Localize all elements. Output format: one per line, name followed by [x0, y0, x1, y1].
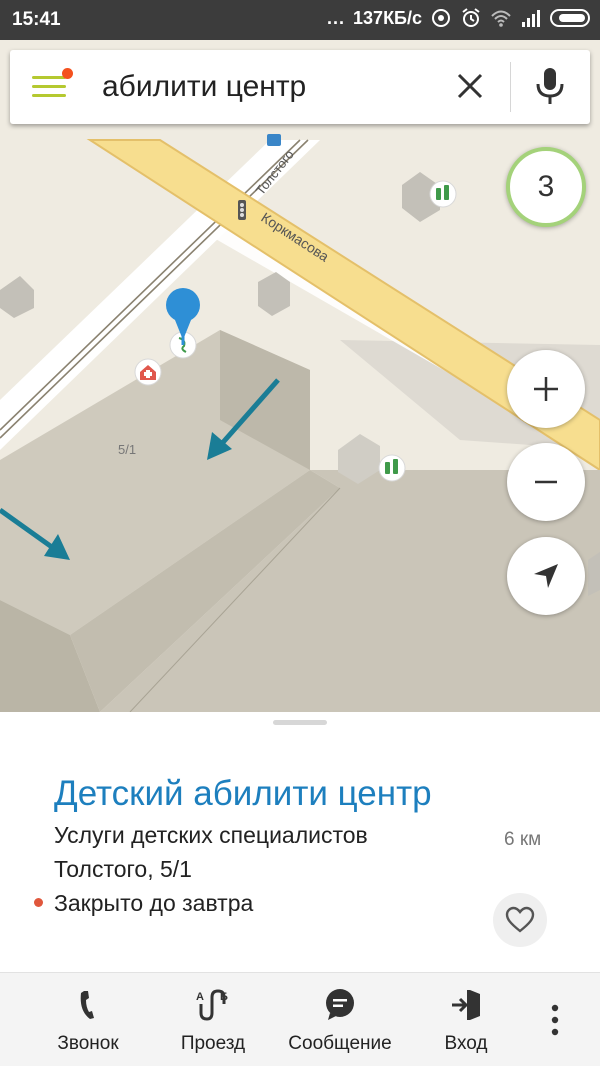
place-address: Толстого, 5/1	[54, 856, 192, 882]
message-icon	[326, 989, 354, 1020]
microphone-icon[interactable]	[530, 64, 570, 108]
status-icons: ... 137КБ/с	[327, 7, 590, 29]
hamburger-menu-icon[interactable]	[32, 68, 73, 102]
status-time: 15:41	[12, 9, 61, 30]
search-input[interactable]: абилити центр	[102, 70, 306, 104]
network-speed: 137КБ/с	[353, 7, 422, 28]
zoom-level-badge[interactable]: 3	[506, 147, 586, 227]
bus-stop-icon	[267, 134, 281, 146]
call-label: Звонок	[57, 1033, 119, 1054]
search-bar: абилити центр	[10, 50, 590, 124]
route-label: Проезд	[180, 1033, 246, 1054]
place-hours-status: Закрыто до завтра	[54, 890, 254, 916]
my-location-icon[interactable]	[507, 537, 585, 615]
place-distance: 6 км	[504, 829, 542, 850]
action-bar: Звонок A Б Проезд Сообщение Вход	[0, 972, 600, 1066]
place-title[interactable]: Детский абилити центр	[54, 774, 432, 814]
close-icon[interactable]	[450, 66, 490, 106]
zoom-in-icon[interactable]	[507, 350, 585, 428]
message-label: Сообщение	[288, 1033, 392, 1054]
alarm-icon	[462, 8, 480, 27]
entrance-button[interactable]: Вход	[418, 973, 514, 1066]
place-card[interactable]: Детский абилити центр Услуги детских спе…	[0, 712, 600, 974]
route-icon: A Б	[196, 989, 228, 1021]
message-button[interactable]: Сообщение	[284, 973, 396, 1066]
phone-icon	[80, 991, 94, 1019]
route-button[interactable]: A Б Проезд	[165, 973, 261, 1066]
more-options-icon[interactable]	[540, 1001, 570, 1041]
search-divider	[510, 62, 511, 112]
sheet-drag-handle[interactable]	[273, 720, 327, 725]
battery-icon	[550, 9, 590, 27]
entrance-label: Вход	[444, 1033, 488, 1054]
notification-dots: ...	[327, 7, 346, 28]
place-category: Услуги детских специалистов	[54, 822, 368, 848]
call-button[interactable]: Звонок	[40, 973, 136, 1066]
status-bar: 15:41 ... 137КБ/с	[0, 0, 600, 40]
building-number-label: 5/1	[118, 442, 136, 457]
liquor-store-icon[interactable]	[378, 454, 406, 482]
location-marker-icon[interactable]	[166, 288, 200, 345]
status-indicator-dot	[34, 898, 43, 907]
traffic-light-icon	[238, 200, 246, 220]
notification-badge	[62, 68, 73, 79]
signal-icon	[522, 10, 540, 27]
wifi-icon	[491, 10, 511, 27]
heart-icon[interactable]	[493, 893, 547, 947]
medical-center-icon[interactable]	[134, 358, 162, 386]
entrance-icon	[452, 990, 480, 1020]
zoom-out-icon[interactable]	[507, 443, 585, 521]
sync-icon	[432, 9, 450, 27]
liquor-store-icon[interactable]	[429, 180, 457, 208]
svg-text:A: A	[196, 991, 204, 1003]
